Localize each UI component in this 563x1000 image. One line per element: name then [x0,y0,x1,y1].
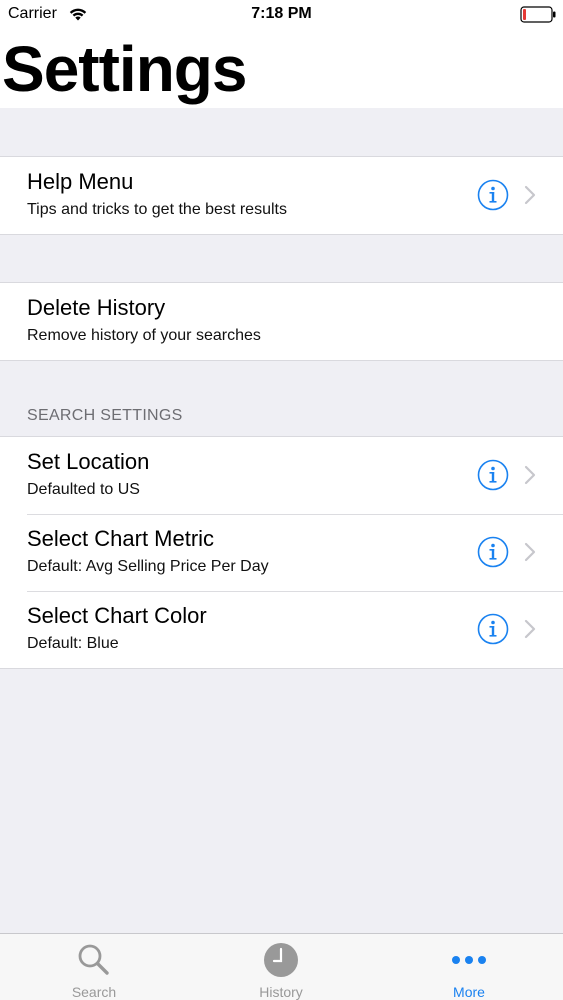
help-menu-row[interactable]: Help Menu Tips and tricks to get the bes… [0,157,563,234]
row-title: Select Chart Color [27,603,207,628]
header: Settings [0,30,563,108]
tab-label: More [453,984,485,1000]
battery-icon [520,6,556,23]
clock-icon [264,943,298,977]
section-header-search-settings: SEARCH SETTINGS [27,407,183,424]
info-icon[interactable] [477,613,509,645]
chevron-right-icon [524,465,536,485]
set-location-row[interactable]: Set Location Defaulted to US [0,437,563,514]
chevron-right-icon [524,185,536,205]
row-title: Help Menu [27,169,134,194]
select-chart-color-row[interactable]: Select Chart Color Default: Blue [0,591,563,668]
delete-history-row[interactable]: Delete History Remove history of your se… [0,283,563,360]
info-icon[interactable] [477,536,509,568]
chevron-right-icon [524,542,536,562]
info-icon[interactable] [477,459,509,491]
row-subtitle: Defaulted to US [27,481,140,498]
chevron-right-icon [524,619,536,639]
info-icon[interactable] [477,179,509,211]
status-time: 7:18 PM [251,5,312,22]
search-icon [78,944,109,975]
row-subtitle: Default: Blue [27,635,119,652]
row-subtitle: Remove history of your searches [27,327,261,344]
row-title: Delete History [27,295,166,320]
row-title: Set Location [27,449,150,474]
tab-more[interactable]: More [399,934,539,1000]
page-title: Settings [2,33,247,105]
tab-search[interactable]: Search [24,934,164,1000]
status-bar: Carrier 7:18 PM [0,0,563,30]
help-group: Help Menu Tips and tricks to get the bes… [0,156,563,235]
row-subtitle: Tips and tricks to get the best results [27,201,287,218]
row-title: Select Chart Metric [27,526,215,551]
tab-label: History [259,984,303,1000]
row-subtitle: Default: Avg Selling Price Per Day [27,558,269,575]
tab-bar: Search History More [0,933,563,1000]
more-icon [452,956,486,964]
tab-label: Search [71,984,117,1000]
tab-history[interactable]: History [211,934,351,1000]
search-settings-group: Set Location Defaulted to US Select Char… [0,436,563,669]
history-group: Delete History Remove history of your se… [0,282,563,361]
select-chart-metric-row[interactable]: Select Chart Metric Default: Avg Selling… [0,514,563,591]
